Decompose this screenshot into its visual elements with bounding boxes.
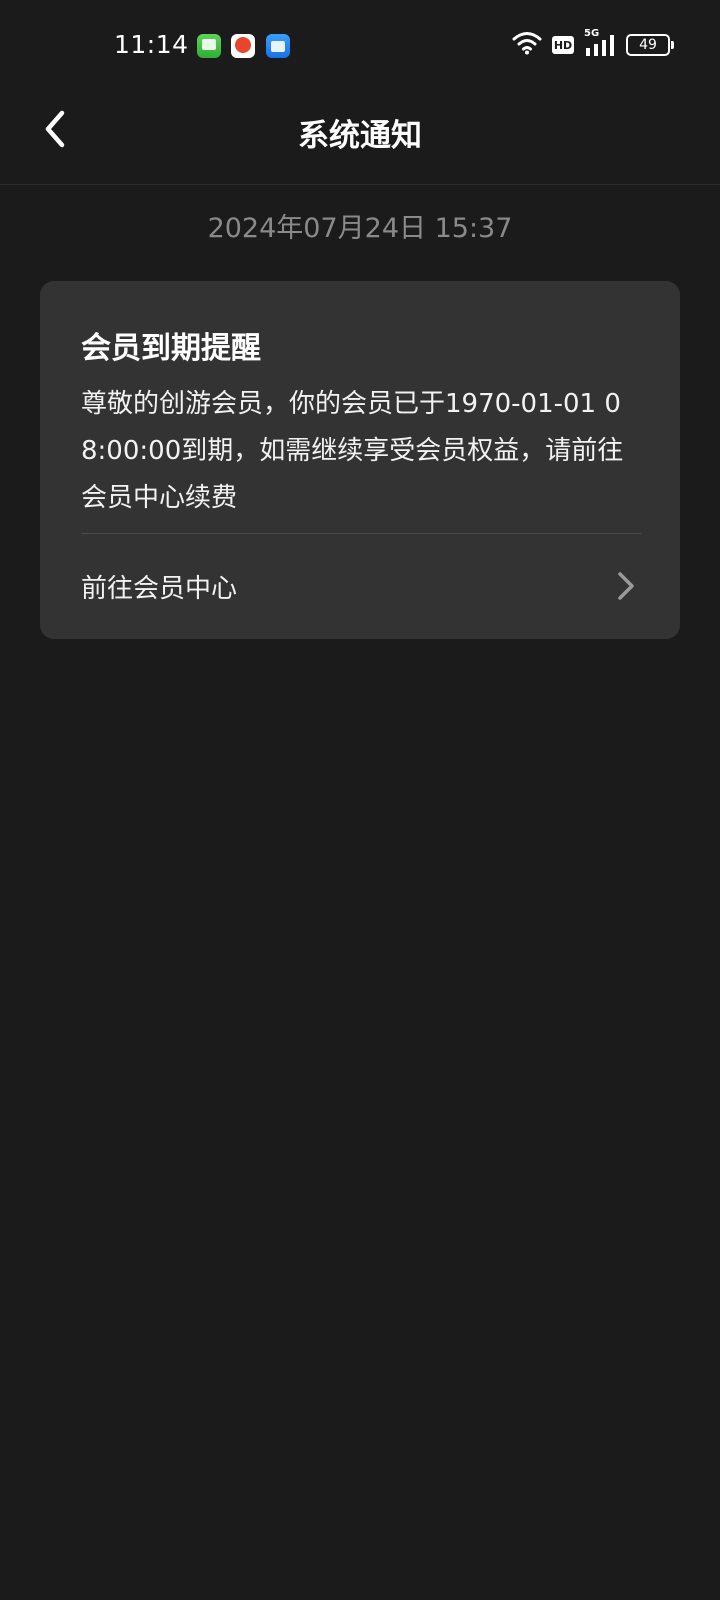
notification-card: 会员到期提醒 尊敬的创游会员，你的会员已于1970-01-01 08:00:00… — [40, 281, 680, 639]
battery-level: 49 — [639, 37, 657, 53]
cellular-signal-icon: 5G — [584, 28, 616, 58]
wifi-icon — [512, 31, 542, 59]
status-bar: 11:14 HD 5G 49 — [0, 0, 720, 90]
app-icon — [231, 34, 255, 58]
member-center-link-label: 前往会员中心 — [81, 574, 238, 604]
page-title: 系统通知 — [298, 118, 422, 154]
notification-timestamp: 2024年07月24日 15:37 — [207, 213, 513, 244]
go-to-member-center-link[interactable]: 前往会员中心 — [40, 534, 680, 639]
system-icons: HD 5G 49 — [512, 28, 674, 60]
battery-icon: 49 — [626, 34, 674, 56]
hd-badge: HD — [552, 36, 574, 54]
messages-icon — [197, 34, 221, 58]
chevron-right-icon — [618, 572, 634, 600]
notification-title: 会员到期提醒 — [81, 331, 261, 366]
files-icon — [266, 34, 290, 58]
status-time: 11:14 — [114, 30, 189, 59]
notification-body: 尊敬的创游会员，你的会员已于1970-01-01 08:00:00到期，如需继续… — [81, 389, 624, 513]
navigation-header: 系统通知 — [0, 90, 720, 185]
